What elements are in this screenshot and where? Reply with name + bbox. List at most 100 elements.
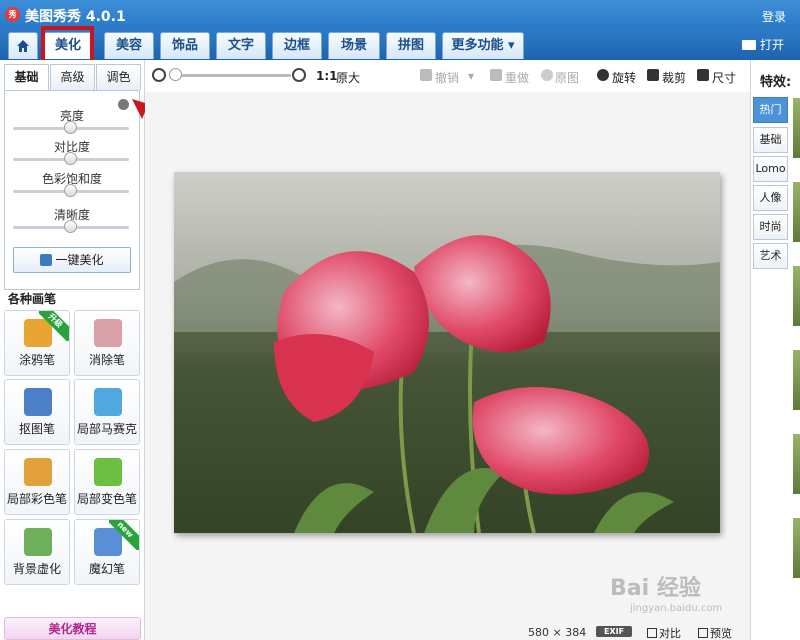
adjust-sub-tabs: 基础 高级 调色 [4, 64, 141, 90]
tab-accessories[interactable]: 饰品 [160, 32, 210, 59]
corner-badge: 升级 [39, 311, 69, 341]
compare-icon [647, 628, 657, 638]
original-size-button[interactable]: 原大 [336, 69, 360, 86]
undo-button[interactable]: 撤销 [435, 69, 459, 86]
effect-tab-lomo[interactable]: Lomo [753, 156, 788, 182]
brush-label: 消除笔 [88, 353, 125, 367]
beautify-tutorial-button[interactable]: 美化教程 [4, 617, 141, 640]
crop-button[interactable]: 裁剪 [662, 69, 686, 86]
brush-tile-pen-nib[interactable]: 抠图笔 [4, 379, 70, 445]
tab-makeup[interactable]: 美容 [104, 32, 154, 59]
brightness-slider-knob[interactable] [64, 121, 77, 134]
tab-collage[interactable]: 拼图 [386, 32, 436, 59]
undo-icon [420, 69, 432, 81]
dimension-separator: × [552, 626, 562, 639]
sub-tab-advanced[interactable]: 高级 [50, 64, 95, 90]
edit-toolbar: 1:1 原大 撤销 ▾ 重做 原图 旋转 裁剪 尺寸 [145, 60, 750, 92]
effect-thumbnail[interactable] [793, 434, 800, 494]
sub-tab-basic[interactable]: 基础 [4, 64, 49, 90]
effect-thumbnail[interactable] [793, 182, 800, 242]
effect-tab-art[interactable]: 艺术 [753, 243, 788, 269]
effects-panel: 特效: 热门 基础 Lomo 人像 时尚 艺术 [750, 60, 800, 640]
corner-badge: new [109, 520, 139, 550]
original-image-icon [541, 69, 553, 81]
effect-tab-portrait[interactable]: 人像 [753, 185, 788, 211]
effect-thumbnail[interactable] [793, 266, 800, 326]
original-image-button[interactable]: 原图 [555, 69, 579, 86]
effect-tab-fashion[interactable]: 时尚 [753, 214, 788, 240]
contrast-slider-knob[interactable] [64, 152, 77, 165]
brush-tile-bucket[interactable]: 局部变色笔 [74, 449, 140, 515]
brush-label: 局部马赛克 [76, 422, 137, 436]
paintbrush-icon [24, 458, 52, 486]
ratio-label[interactable]: 1:1 [316, 69, 338, 83]
zoom-out-icon[interactable] [152, 68, 166, 82]
image-dimensions: 580 × 384 [528, 626, 586, 639]
brush-label: 局部变色笔 [76, 492, 137, 506]
redo-button[interactable]: 重做 [505, 69, 529, 86]
open-button-label: 打开 [759, 38, 784, 52]
blur-icon [24, 528, 52, 556]
brush-tile-magic-wand[interactable]: 魔幻笔 new [74, 519, 140, 585]
open-button[interactable]: 打开 [741, 36, 784, 53]
login-link[interactable]: 登录 [762, 8, 786, 25]
brush-label: 涂鸦笔 [18, 353, 55, 367]
tutorial-label: 美化教程 [48, 622, 97, 636]
brush-tile-eraser[interactable]: 消除笔 [74, 310, 140, 376]
left-panel: 基础 高级 调色 亮度 对比度 色彩饱和度 清晰度 一键美化 各种画笔 涂鸦笔 升… [0, 60, 165, 640]
basic-adjust-panel: 亮度 对比度 色彩饱和度 清晰度 一键美化 [4, 90, 140, 290]
resize-button[interactable]: 尺寸 [712, 69, 736, 86]
redo-icon [490, 69, 502, 81]
effect-tab-basic[interactable]: 基础 [753, 127, 788, 153]
brush-label: 魔幻笔 [88, 562, 125, 576]
brush-tile-blur[interactable]: 背景虚化 [4, 519, 70, 585]
zoom-slider-track[interactable] [175, 74, 291, 77]
compare-button[interactable]: 对比 [647, 625, 681, 640]
bucket-icon [94, 458, 122, 486]
brush-tile-pencil[interactable]: 涂鸦笔 升级 [4, 310, 70, 376]
badge-text: 升级 [39, 311, 69, 341]
tab-scene[interactable]: 场景 [328, 32, 380, 59]
app-title: 美图秀秀 4.0.1 [25, 9, 126, 25]
preview-icon [698, 628, 708, 638]
undo-dropdown-icon[interactable]: ▾ [468, 69, 474, 83]
brush-tile-paintbrush[interactable]: 局部彩色笔 [4, 449, 70, 515]
tab-more-functions[interactable]: 更多功能 ▾ [442, 32, 524, 59]
sharpness-slider-knob[interactable] [64, 220, 77, 233]
image-width: 580 [528, 626, 549, 639]
magic-icon [40, 254, 53, 266]
one-key-beautify-button[interactable]: 一键美化 [13, 247, 131, 273]
photo-canvas[interactable] [174, 172, 720, 533]
preview-label: 预览 [710, 627, 732, 640]
eraser-icon [94, 319, 122, 347]
saturation-slider-knob[interactable] [64, 184, 77, 197]
preview-button[interactable]: 预览 [698, 625, 732, 640]
baidu-watermark-url: jingyan.baidu.com [630, 603, 723, 614]
pen-nib-icon [24, 388, 52, 416]
home-icon [17, 40, 29, 52]
main-nav: 美化 美容 饰品 文字 边框 场景 拼图 更多功能 ▾ 打开 [0, 30, 800, 60]
effect-thumbnail[interactable] [793, 350, 800, 410]
brush-section-heading: 各种画笔 [8, 292, 57, 306]
tab-frame[interactable]: 边框 [272, 32, 322, 59]
resize-icon [697, 69, 709, 81]
effect-tab-popular[interactable]: 热门 [753, 97, 788, 123]
effect-thumbnail[interactable] [793, 518, 800, 578]
rotate-button[interactable]: 旋转 [612, 69, 636, 86]
rotate-icon [597, 69, 609, 81]
brush-tile-mosaic[interactable]: 局部马赛克 [74, 379, 140, 445]
sub-tab-color[interactable]: 调色 [96, 64, 141, 90]
zoom-in-icon[interactable] [292, 68, 306, 82]
zoom-slider-knob[interactable] [169, 68, 182, 81]
brush-label: 抠图笔 [18, 422, 55, 436]
scissors-icon [647, 69, 659, 81]
app-logo-icon: 秀 [5, 7, 20, 22]
canvas-area [145, 92, 750, 620]
tab-text[interactable]: 文字 [216, 32, 266, 59]
brush-label: 局部彩色笔 [6, 492, 67, 506]
effect-thumbnail[interactable] [793, 98, 800, 158]
brush-label: 背景虚化 [12, 562, 61, 576]
title-bar: 秀 美图秀秀 4.0.1 登录 [0, 0, 800, 30]
home-tab[interactable] [8, 32, 38, 59]
exif-button[interactable]: EXIF [596, 626, 632, 637]
